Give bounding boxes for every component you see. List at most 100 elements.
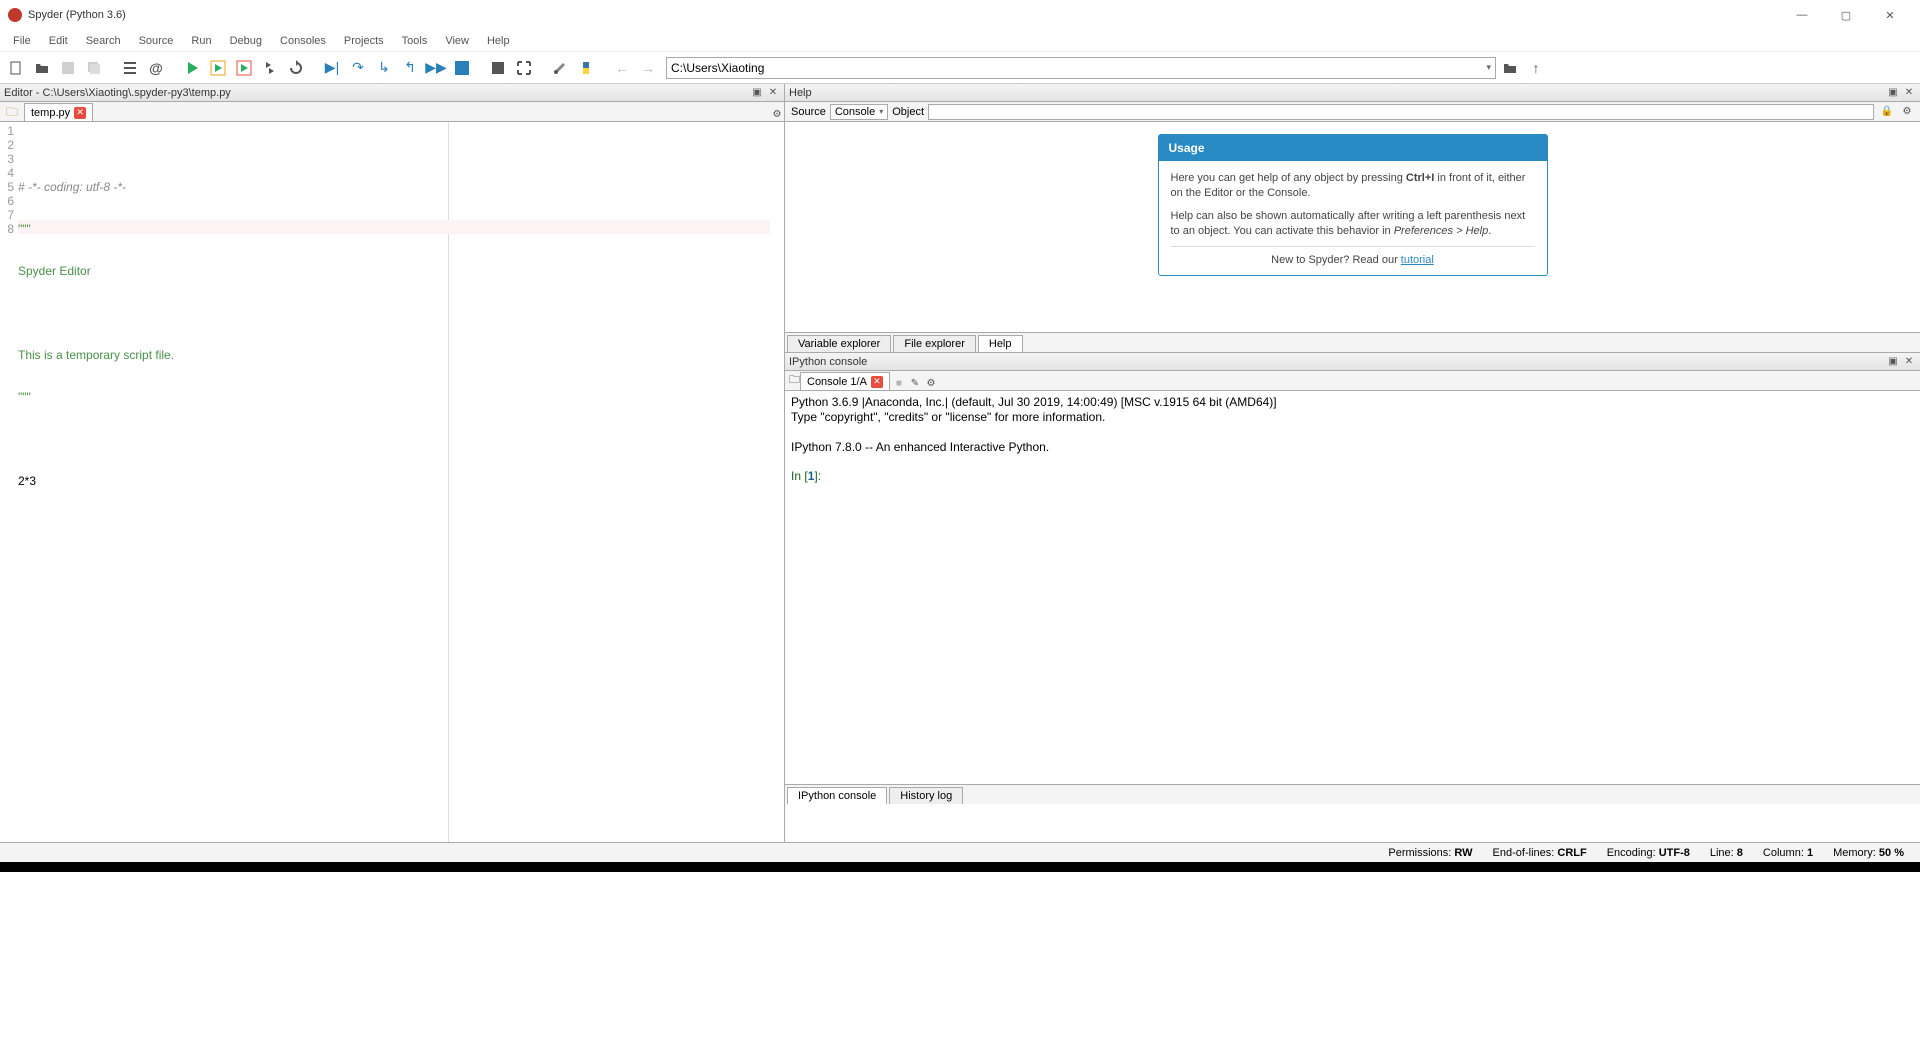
forward-icon[interactable]: →	[636, 56, 660, 80]
help-body: Usage Here you can get help of any objec…	[785, 122, 1920, 332]
console-prompt: In [1]:	[791, 469, 824, 483]
working-dir-input[interactable]: C:\Users\Xiaoting	[666, 57, 1496, 79]
close-button[interactable]: ✕	[1868, 1, 1912, 29]
menu-file[interactable]: File	[4, 32, 40, 50]
console-tabbar: 🗀 Console 1/A ✕ ■ ✎ ⚙	[785, 371, 1920, 391]
python-path-icon[interactable]	[574, 56, 598, 80]
console-text: Python 3.6.9 |Anaconda, Inc.| (default, …	[791, 395, 1277, 454]
run-cell-icon[interactable]	[206, 56, 230, 80]
console-tab-label: Console 1/A	[807, 376, 867, 388]
editor-header-text: Editor - C:\Users\Xiaoting\.spyder-py3\t…	[4, 87, 231, 99]
main-area: Editor - C:\Users\Xiaoting\.spyder-py3\t…	[0, 84, 1920, 842]
line-gutter: 12 34 56 78	[0, 122, 18, 842]
source-select[interactable]: Console	[830, 104, 888, 120]
help-undock-icon[interactable]: ▣	[1886, 86, 1900, 100]
step-into-icon[interactable]: ↳	[372, 56, 396, 80]
menu-search[interactable]: Search	[77, 32, 130, 50]
console-tab[interactable]: Console 1/A ✕	[800, 372, 890, 390]
preferences-icon[interactable]	[548, 56, 572, 80]
debug-icon[interactable]: ▶|	[320, 56, 344, 80]
console-header-text: IPython console	[789, 356, 867, 368]
code-editor[interactable]: 12 34 56 78 # -*- coding: utf-8 -*- """ …	[0, 122, 784, 842]
status-encoding: Encoding: UTF-8	[1599, 847, 1698, 859]
console-browse-icon[interactable]: 🗀	[789, 371, 800, 390]
maximize-button[interactable]: ▢	[1824, 1, 1868, 29]
tutorial-link[interactable]: tutorial	[1401, 254, 1434, 266]
object-input[interactable]	[928, 104, 1874, 120]
continue-icon[interactable]: ▶▶	[424, 56, 448, 80]
console-clear-icon[interactable]: ✎	[908, 376, 922, 390]
run-cell-advance-icon[interactable]	[232, 56, 256, 80]
step-out-icon[interactable]: ↰	[398, 56, 422, 80]
menu-view[interactable]: View	[436, 32, 478, 50]
help-close-icon[interactable]: ✕	[1902, 86, 1916, 100]
console-close-icon[interactable]: ✕	[1902, 355, 1916, 369]
taskbar-strip	[0, 862, 1920, 872]
new-file-icon[interactable]	[4, 56, 28, 80]
browse-dir-icon[interactable]	[1498, 56, 1522, 80]
menubar: File Edit Search Source Run Debug Consol…	[0, 30, 1920, 52]
step-over-icon[interactable]: ↷	[346, 56, 370, 80]
help-options-icon[interactable]: ⚙	[1900, 105, 1914, 119]
usage-title: Usage	[1159, 135, 1547, 161]
maximize-pane-icon[interactable]	[486, 56, 510, 80]
menu-help[interactable]: Help	[478, 32, 519, 50]
editor-tab-temp[interactable]: temp.py ✕	[24, 103, 93, 121]
statusbar: Permissions: RW End-of-lines: CRLF Encod…	[0, 842, 1920, 862]
editor-pane: Editor - C:\Users\Xiaoting\.spyder-py3\t…	[0, 84, 785, 842]
code-area[interactable]: # -*- coding: utf-8 -*- """ Spyder Edito…	[18, 122, 784, 842]
tab-file-explorer[interactable]: File explorer	[893, 335, 976, 352]
editor-close-icon[interactable]: ✕	[766, 86, 780, 100]
menu-run[interactable]: Run	[182, 32, 220, 50]
tab-help[interactable]: Help	[978, 335, 1023, 352]
stop-debug-icon[interactable]	[450, 56, 474, 80]
titlebar: Spyder (Python 3.6) — ▢ ✕	[0, 0, 1920, 30]
parent-dir-icon[interactable]: ↑	[1524, 56, 1548, 80]
minimize-button[interactable]: —	[1780, 1, 1824, 29]
rerun-icon[interactable]	[284, 56, 308, 80]
at-icon[interactable]: @	[144, 56, 168, 80]
editor-undock-icon[interactable]: ▣	[750, 86, 764, 100]
help-header-text: Help	[789, 87, 812, 99]
fullscreen-icon[interactable]	[512, 56, 536, 80]
save-icon[interactable]	[56, 56, 80, 80]
help-lock-icon[interactable]: 🔒	[1880, 105, 1894, 119]
menu-debug[interactable]: Debug	[221, 32, 271, 50]
console-header: IPython console ▣ ✕	[785, 353, 1920, 371]
tab-history-log[interactable]: History log	[889, 787, 963, 804]
run-icon[interactable]	[180, 56, 204, 80]
console-undock-icon[interactable]: ▣	[1886, 355, 1900, 369]
status-line: Line: 8	[1702, 847, 1751, 859]
browse-tabs-icon[interactable]: 🗀	[4, 105, 20, 121]
editor-options-icon[interactable]: ⚙	[770, 107, 784, 121]
menu-tools[interactable]: Tools	[393, 32, 437, 50]
console-bottom-tabs: IPython console History log	[785, 784, 1920, 804]
spyder-icon	[8, 8, 22, 22]
usage-text-2: Help can also be shown automatically aft…	[1171, 209, 1535, 239]
console-pane: IPython console ▣ ✕ 🗀 Console 1/A ✕ ■ ✎ …	[785, 352, 1920, 804]
menu-projects[interactable]: Projects	[335, 32, 393, 50]
console-options-icon[interactable]: ⚙	[924, 376, 938, 390]
editor-header: Editor - C:\Users\Xiaoting\.spyder-py3\t…	[0, 84, 784, 102]
run-selection-icon[interactable]	[258, 56, 282, 80]
menu-edit[interactable]: Edit	[40, 32, 77, 50]
editor-tabbar: 🗀 temp.py ✕ ⚙	[0, 102, 784, 122]
open-file-icon[interactable]	[30, 56, 54, 80]
menu-consoles[interactable]: Consoles	[271, 32, 335, 50]
tab-ipython-console[interactable]: IPython console	[787, 787, 887, 804]
help-toolbar: Source Console Object 🔒 ⚙	[785, 102, 1920, 122]
status-permissions: Permissions: RW	[1380, 847, 1480, 859]
back-icon[interactable]: ←	[610, 56, 634, 80]
tutorial-line: New to Spyder? Read our tutorial	[1171, 253, 1535, 268]
console-stop-icon[interactable]: ■	[892, 376, 906, 390]
console-tab-close-icon[interactable]: ✕	[871, 376, 883, 388]
tab-variable-explorer[interactable]: Variable explorer	[787, 335, 891, 352]
status-eol: End-of-lines: CRLF	[1485, 847, 1595, 859]
tab-label: temp.py	[31, 107, 70, 119]
menu-source[interactable]: Source	[130, 32, 183, 50]
console-output[interactable]: Python 3.6.9 |Anaconda, Inc.| (default, …	[785, 391, 1920, 784]
save-all-icon[interactable]	[82, 56, 106, 80]
list-icon[interactable]	[118, 56, 142, 80]
tab-close-icon[interactable]: ✕	[74, 107, 86, 119]
usage-card: Usage Here you can get help of any objec…	[1158, 134, 1548, 276]
